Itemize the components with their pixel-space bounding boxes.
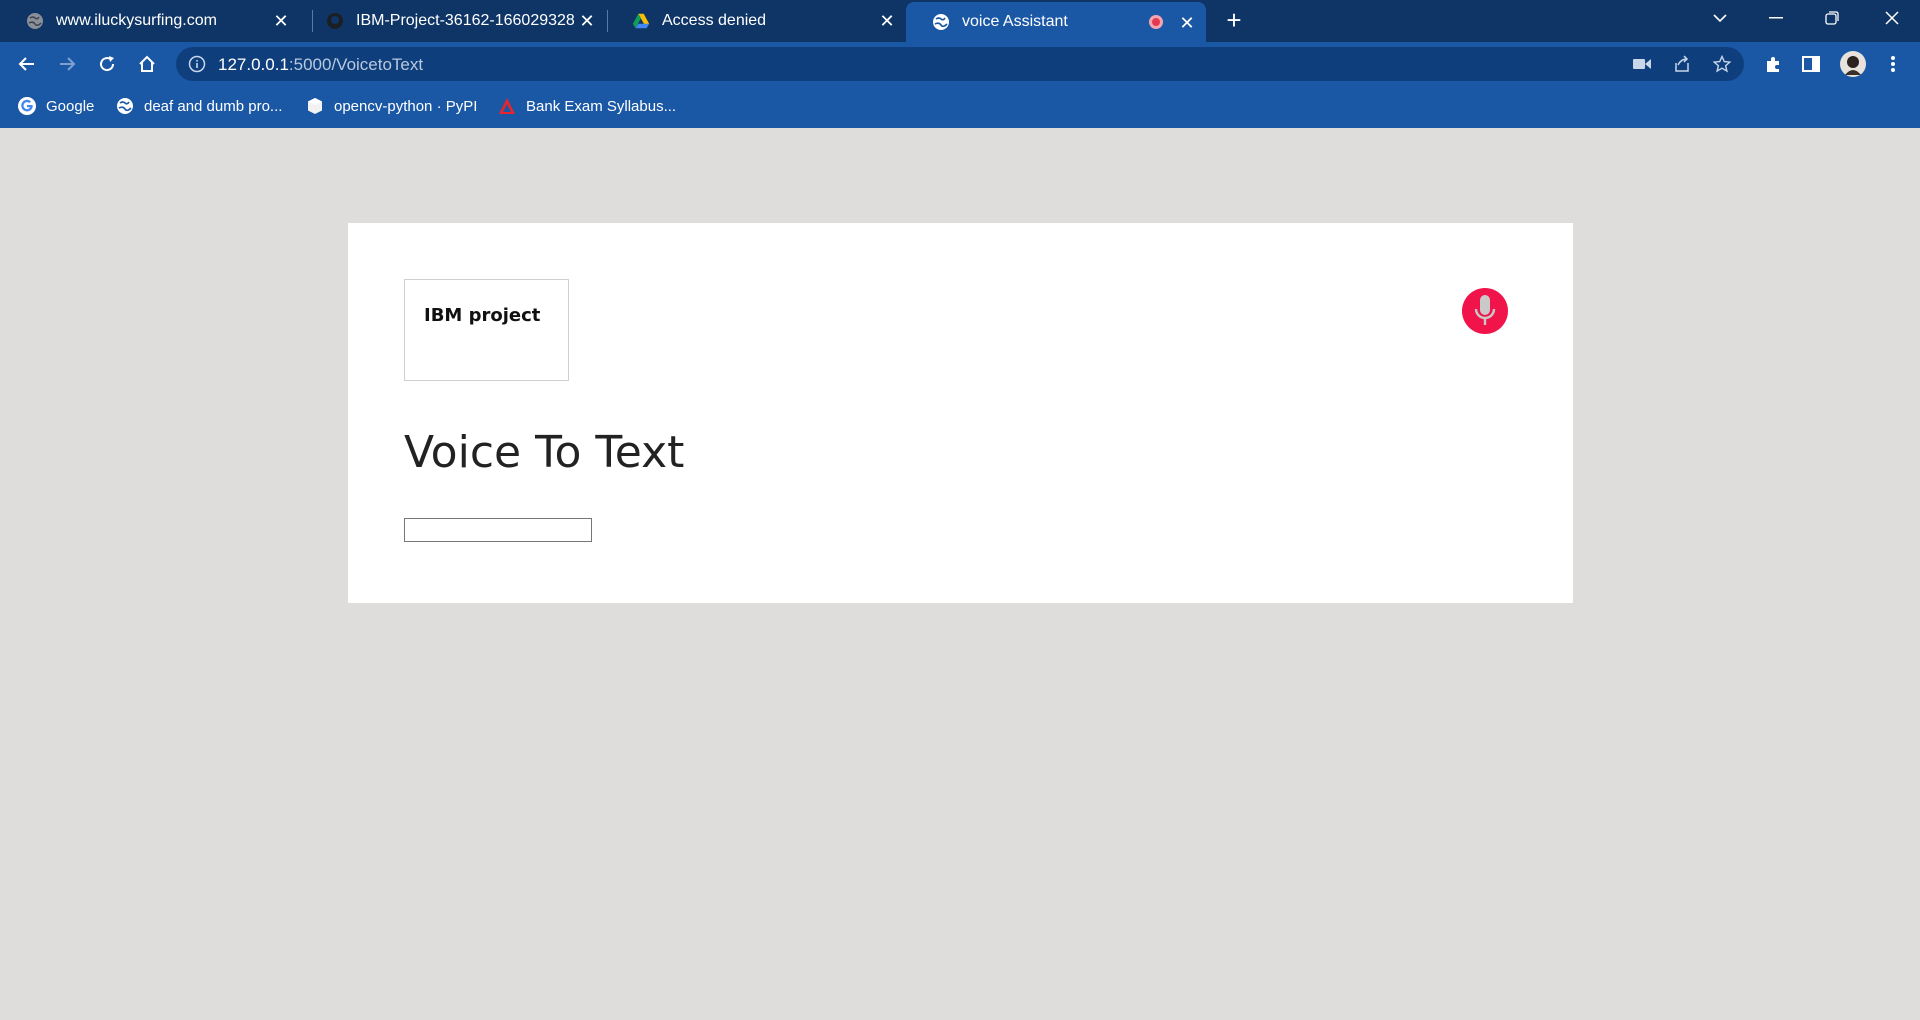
microphone-button[interactable] (1462, 288, 1508, 334)
close-icon[interactable]: ✕ (272, 12, 290, 30)
tab-search-button[interactable] (1692, 0, 1748, 36)
tab-iluckysurfing[interactable]: www.iluckysurfing.com ✕ (0, 0, 300, 42)
close-icon[interactable]: ✕ (578, 12, 596, 30)
forward-button[interactable] (54, 51, 80, 77)
home-button[interactable] (134, 51, 160, 77)
pypi-icon (306, 97, 324, 115)
tab-title: www.iluckysurfing.com (56, 12, 217, 29)
bookmarks-bar: Google deaf and dumb pro... opencv-pytho… (0, 86, 1920, 128)
url-host: 127.0.0.1 (218, 55, 289, 74)
new-tab-button[interactable]: + (1222, 7, 1246, 33)
tab-voice-assistant[interactable]: voice Assistant ✕ (906, 2, 1206, 42)
bookmark-opencv-python[interactable]: opencv-python · PyPI (306, 97, 477, 115)
globe-icon (932, 13, 950, 31)
triangle-logo-icon (498, 97, 516, 115)
toolbar: 127.0.0.1:5000/VoicetoText (0, 42, 1920, 86)
tab-title: Access denied (662, 12, 767, 29)
reload-button[interactable] (94, 51, 120, 77)
restore-button[interactable] (1804, 0, 1860, 36)
voice-text-input[interactable] (404, 518, 592, 542)
bookmark-deaf-and-dumb[interactable]: deaf and dumb pro... (116, 97, 282, 115)
url-text: 127.0.0.1:5000/VoicetoText (218, 55, 423, 75)
microphone-icon (1474, 295, 1496, 325)
close-icon[interactable]: ✕ (1178, 14, 1196, 32)
bookmark-label: Google (46, 97, 95, 115)
back-button[interactable] (14, 51, 40, 77)
tab-title: IBM-Project-36162-1660293288/ (356, 12, 574, 29)
minimize-button[interactable] (1748, 0, 1804, 36)
close-window-button[interactable] (1864, 0, 1920, 36)
github-icon (326, 12, 344, 30)
menu-kebab-icon[interactable] (1880, 51, 1906, 77)
page-title: Voice To Text (404, 427, 685, 478)
bookmark-label: opencv-python · PyPI (334, 97, 478, 115)
tab-title: voice Assistant (962, 13, 1068, 30)
globe-icon (26, 12, 44, 30)
extensions-icon[interactable] (1760, 51, 1786, 77)
bookmark-star-icon[interactable] (1712, 54, 1732, 74)
google-icon (18, 97, 36, 115)
tab-ibm-project[interactable]: IBM-Project-36162-1660293288/ ✕ (300, 0, 606, 42)
side-panel-icon[interactable] (1798, 51, 1824, 77)
google-drive-icon (632, 12, 650, 30)
address-bar[interactable]: 127.0.0.1:5000/VoicetoText (176, 47, 1744, 81)
bookmark-bank-exam[interactable]: Bank Exam Syllabus... (498, 97, 676, 115)
bookmark-google[interactable]: Google (18, 97, 94, 115)
tab-access-denied[interactable]: Access denied ✕ (606, 0, 906, 42)
globe-icon (116, 97, 134, 115)
camera-in-use-icon[interactable] (1632, 54, 1652, 74)
logo-text: IBM project (424, 305, 541, 326)
share-icon[interactable] (1672, 54, 1692, 74)
bookmark-label: Bank Exam Syllabus... (526, 97, 677, 115)
bookmark-label: deaf and dumb pro... (144, 97, 283, 115)
tab-strip: www.iluckysurfing.com ✕ IBM-Project-3616… (0, 0, 1920, 42)
content-card: IBM project Voice To Text (348, 223, 1573, 603)
close-icon[interactable]: ✕ (878, 12, 896, 30)
logo-box: IBM project (404, 279, 569, 381)
site-info-icon[interactable] (188, 55, 206, 73)
recording-indicator-icon (1148, 14, 1164, 35)
url-path: :5000/VoicetoText (288, 55, 424, 74)
profile-avatar[interactable] (1840, 51, 1866, 77)
